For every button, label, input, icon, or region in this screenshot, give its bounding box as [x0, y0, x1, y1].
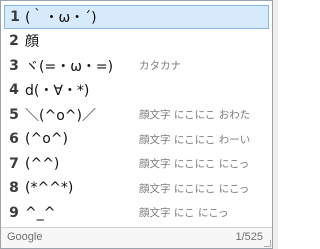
candidate-annotation: カタカナ — [139, 60, 181, 73]
candidate-footer: Google 1/525 — [1, 227, 272, 248]
candidate-row-5[interactable]: 5 ＼(^o^)／ 顔文字 にこにこ おわた — [1, 103, 272, 128]
candidate-text: (^o^) — [25, 131, 68, 148]
candidate-number: 6 — [9, 131, 19, 148]
candidate-row-2[interactable]: 2 顔 — [1, 29, 272, 54]
candidate-row-6[interactable]: 6 (^o^) 顔文字 にこにこ わーい — [1, 127, 272, 152]
candidate-row-9[interactable]: 9 ^_^ 顔文字 にこ にこっ — [1, 201, 272, 226]
page-indicator: 1/525 — [235, 231, 263, 243]
candidate-number: 4 — [9, 82, 19, 99]
background-strip — [273, 0, 278, 249]
candidate-text: 顔 — [25, 34, 39, 51]
candidate-number: 7 — [9, 155, 19, 172]
candidate-number: 9 — [9, 204, 19, 221]
ime-candidate-window: 1 (｀・ω・´) 2 顔 3 ヾ(=・ω・=) カタカナ 4 d(・∀・*) … — [0, 0, 273, 249]
resize-grip-icon[interactable] — [264, 240, 271, 247]
brand-label: Google — [7, 231, 43, 243]
candidate-row-4[interactable]: 4 d(・∀・*) — [1, 78, 272, 103]
candidate-number: 2 — [9, 33, 19, 50]
candidate-text: ＼(^o^)／ — [25, 107, 96, 124]
candidate-row-3[interactable]: 3 ヾ(=・ω・=) カタカナ — [1, 54, 272, 79]
candidate-row-7[interactable]: 7 (^^) 顔文字 にこにこ にこっ — [1, 152, 272, 177]
candidate-text: (｀・ω・´) — [25, 10, 97, 26]
candidate-text: (*^^*) — [25, 180, 74, 197]
candidate-number: 8 — [9, 180, 19, 197]
candidate-text: ヾ(=・ω・=) — [25, 58, 114, 75]
candidate-text: (^^) — [25, 155, 60, 172]
candidate-text: ^_^ — [25, 204, 56, 221]
candidate-annotation: 顔文字 にこにこ にこっ — [139, 158, 250, 171]
candidate-annotation: 顔文字 にこにこ にこっ — [139, 182, 250, 195]
candidate-annotation: 顔文字 にこにこ わーい — [139, 133, 251, 146]
candidate-annotation: 顔文字 にこ にこっ — [139, 207, 229, 220]
candidate-text: d(・∀・*) — [25, 83, 90, 100]
candidate-number: 3 — [9, 57, 19, 74]
candidate-number: 5 — [9, 106, 19, 123]
candidate-row-8[interactable]: 8 (*^^*) 顔文字 にこにこ にこっ — [1, 176, 272, 201]
candidate-row-1[interactable]: 1 (｀・ω・´) — [4, 5, 269, 29]
candidate-annotation: 顔文字 にこにこ おわた — [139, 109, 251, 122]
candidate-list: 1 (｀・ω・´) 2 顔 3 ヾ(=・ω・=) カタカナ 4 d(・∀・*) … — [1, 5, 272, 225]
candidate-number: 1 — [10, 9, 20, 25]
